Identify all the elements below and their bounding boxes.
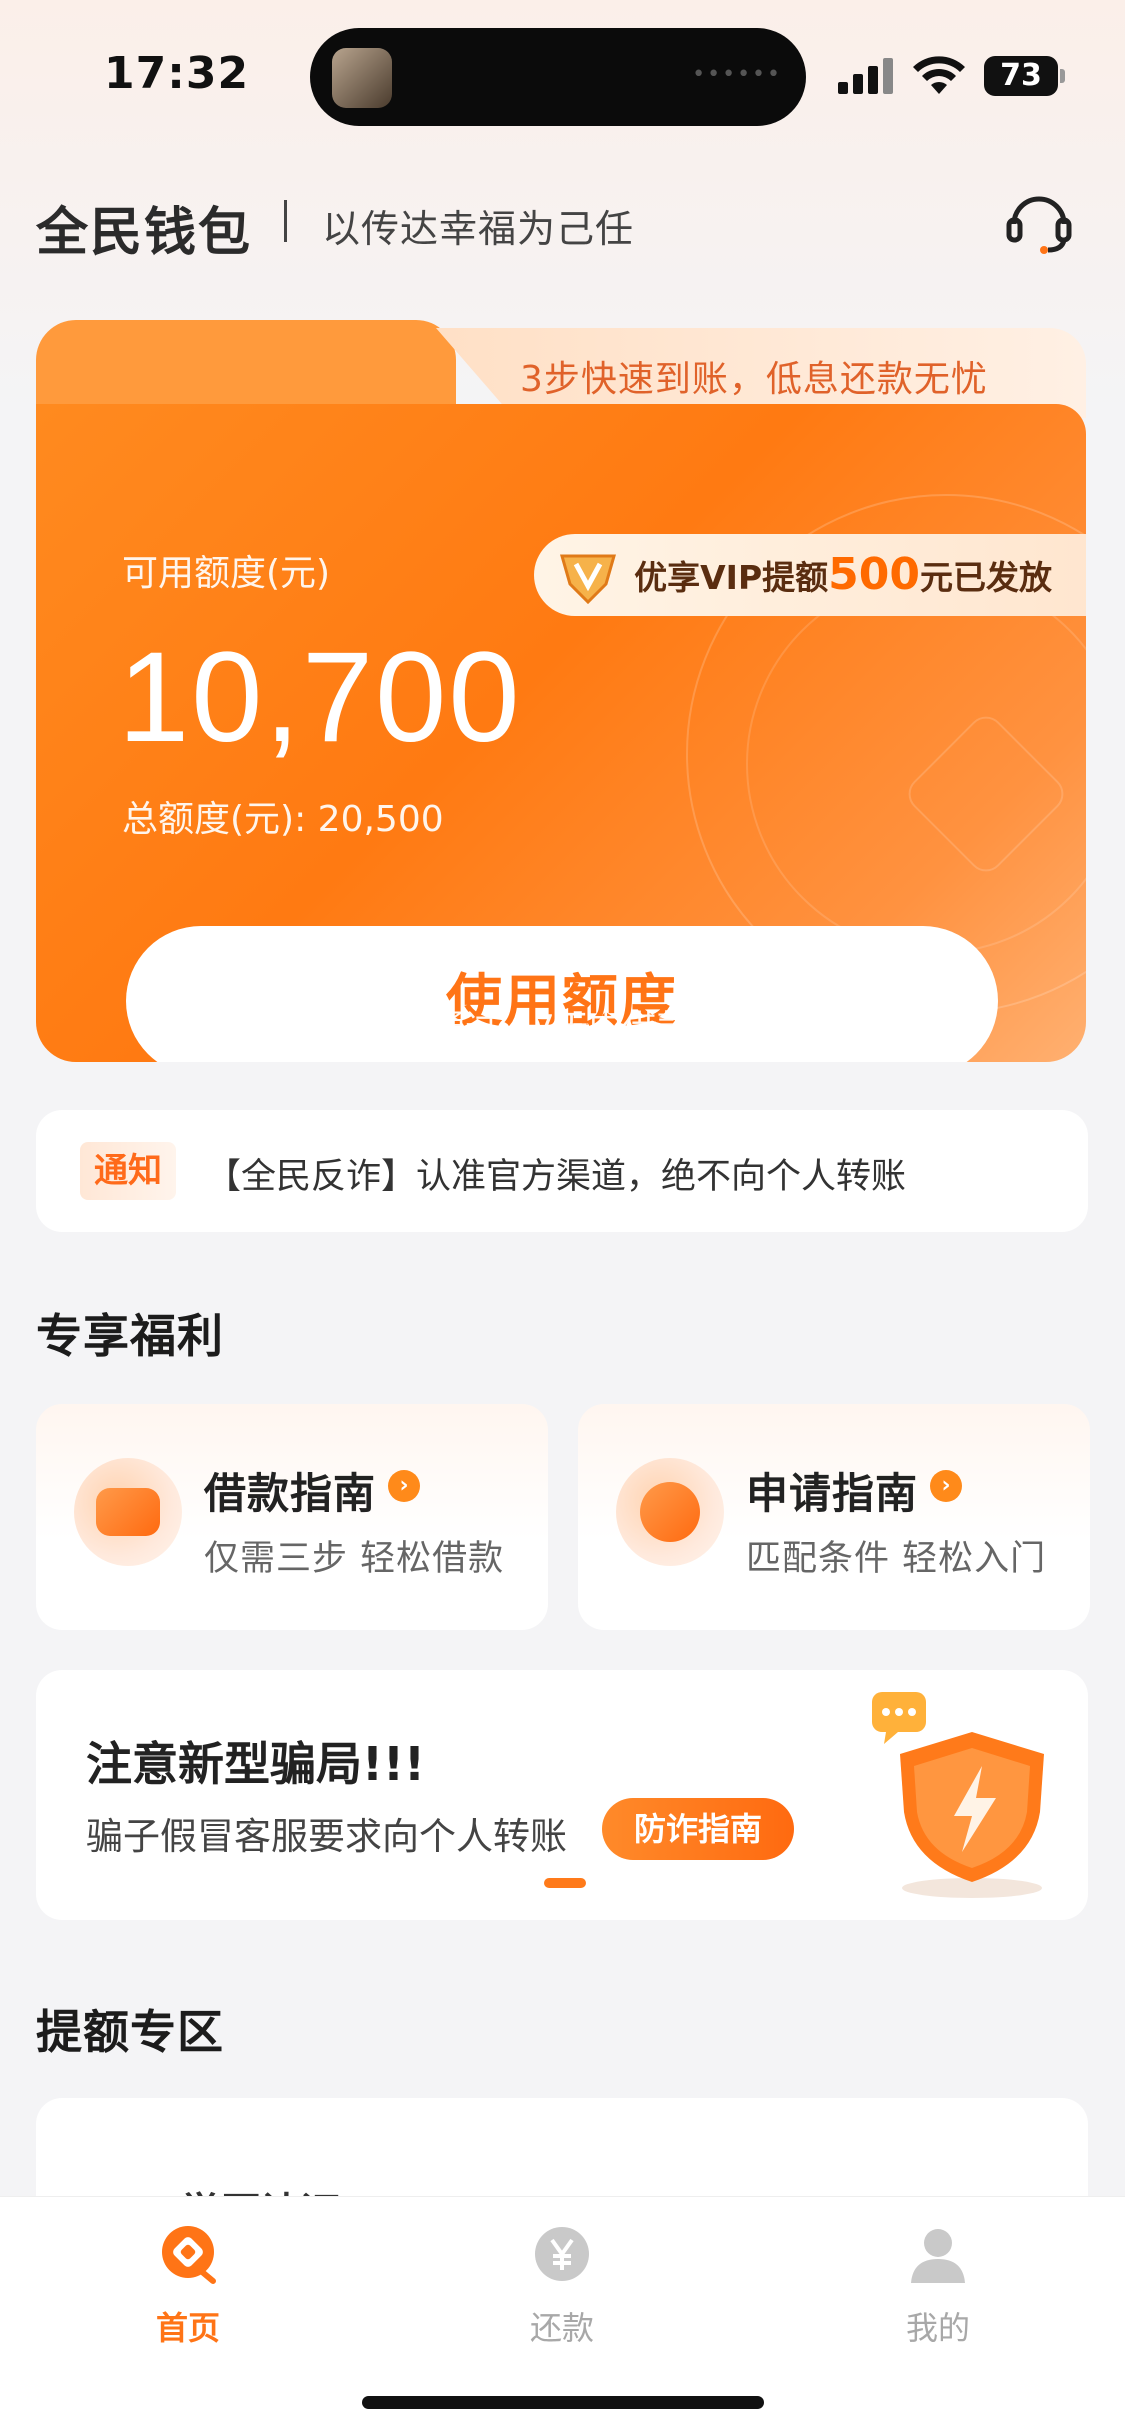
notice-tag: 通知	[80, 1142, 176, 1200]
carousel-indicator	[544, 1878, 586, 1888]
vip-badge[interactable]: 优享VIP提额500元已发放	[534, 534, 1086, 616]
chevron-right-icon: ›	[930, 1470, 962, 1502]
loan-guide-card[interactable]: 借款指南 › 仅需三步 轻松借款	[36, 1404, 548, 1630]
total-credit-label: 总额度(元): 20,500	[122, 799, 444, 840]
vip-prefix: 优享VIP提额	[634, 558, 829, 597]
home-icon	[162, 2226, 216, 2284]
waveform-icon: ••••••	[692, 62, 782, 87]
apply-guide-icon	[616, 1458, 724, 1566]
wifi-icon	[913, 56, 965, 94]
available-credit-label: 可用额度(元)	[122, 553, 331, 594]
status-bar: 17:32 •••••• 73	[0, 0, 1125, 140]
brand-slogan: 以传达幸福为己任	[322, 207, 635, 251]
loan-guide-icon	[74, 1458, 182, 1566]
promo-text: 3步快速到账，低息还款无忧	[520, 359, 988, 400]
anti-fraud-guide-button[interactable]: 防诈指南	[602, 1798, 794, 1860]
credit-lift-section-title: 提额专区	[36, 2005, 224, 2059]
card-body: 可用额度(元) 10,700 总额度(元): 20,500 优享VIP提额500…	[36, 404, 1086, 1062]
person-icon	[911, 2229, 965, 2283]
tab-repay[interactable]: 还款	[462, 2223, 662, 2349]
loan-guide-subtitle: 仅需三步 轻松借款	[204, 1539, 505, 1579]
apply-guide-subtitle: 匹配条件 轻松入门	[746, 1539, 1047, 1579]
headset-icon[interactable]	[1004, 190, 1074, 254]
tab-mine[interactable]: 我的	[838, 2223, 1038, 2349]
tab-home[interactable]: 首页	[88, 2223, 288, 2349]
available-credit-amount: 10,700	[118, 626, 522, 769]
vip-amount: 500	[828, 549, 920, 600]
apply-guide-title: 申请指南	[746, 1469, 919, 1518]
dynamic-island: ••••••	[310, 28, 806, 126]
banner-title: 注意新型骗局!!!	[86, 1737, 425, 1791]
vip-crown-icon	[560, 554, 617, 604]
status-time: 17:32	[104, 48, 250, 99]
brand-title: 全民钱包	[36, 203, 253, 263]
shield-icon	[872, 1692, 1044, 1898]
home-indicator[interactable]	[362, 2396, 764, 2409]
banner-subtitle: 骗子假冒客服要求向个人转账	[86, 1815, 567, 1858]
yen-icon	[535, 2227, 589, 2281]
anti-fraud-banner[interactable]: 注意新型骗局!!! 骗子假冒客服要求向个人转账 防诈指南	[36, 1670, 1088, 1920]
divider	[284, 200, 287, 242]
card-note: 额度申请已通过，7天内借款成功率更高	[261, 1008, 861, 1048]
battery-icon: 73	[984, 56, 1065, 96]
notice-bar[interactable]: 通知 【全民反诈】认准官方渠道，绝不向个人转账	[36, 1110, 1088, 1232]
vip-suffix: 元已发放	[920, 558, 1052, 597]
cellular-signal-icon	[838, 58, 894, 94]
notice-text: 【全民反诈】认准官方渠道，绝不向个人转账	[206, 1157, 907, 1197]
chevron-right-icon: ›	[388, 1470, 420, 1502]
live-activity-avatar	[332, 48, 392, 108]
loan-guide-title: 借款指南	[204, 1469, 377, 1518]
tab-repay-label: 还款	[529, 2309, 594, 2347]
tab-home-label: 首页	[155, 2309, 220, 2347]
welfare-section-title: 专享福利	[36, 1309, 224, 1363]
apply-guide-card[interactable]: 申请指南 › 匹配条件 轻松入门	[578, 1404, 1090, 1630]
tab-mine-label: 我的	[905, 2309, 970, 2347]
credit-card: 3步快速到账，低息还款无忧 可用额度(元) 10,700 总额度(元): 20,…	[36, 320, 1086, 1062]
